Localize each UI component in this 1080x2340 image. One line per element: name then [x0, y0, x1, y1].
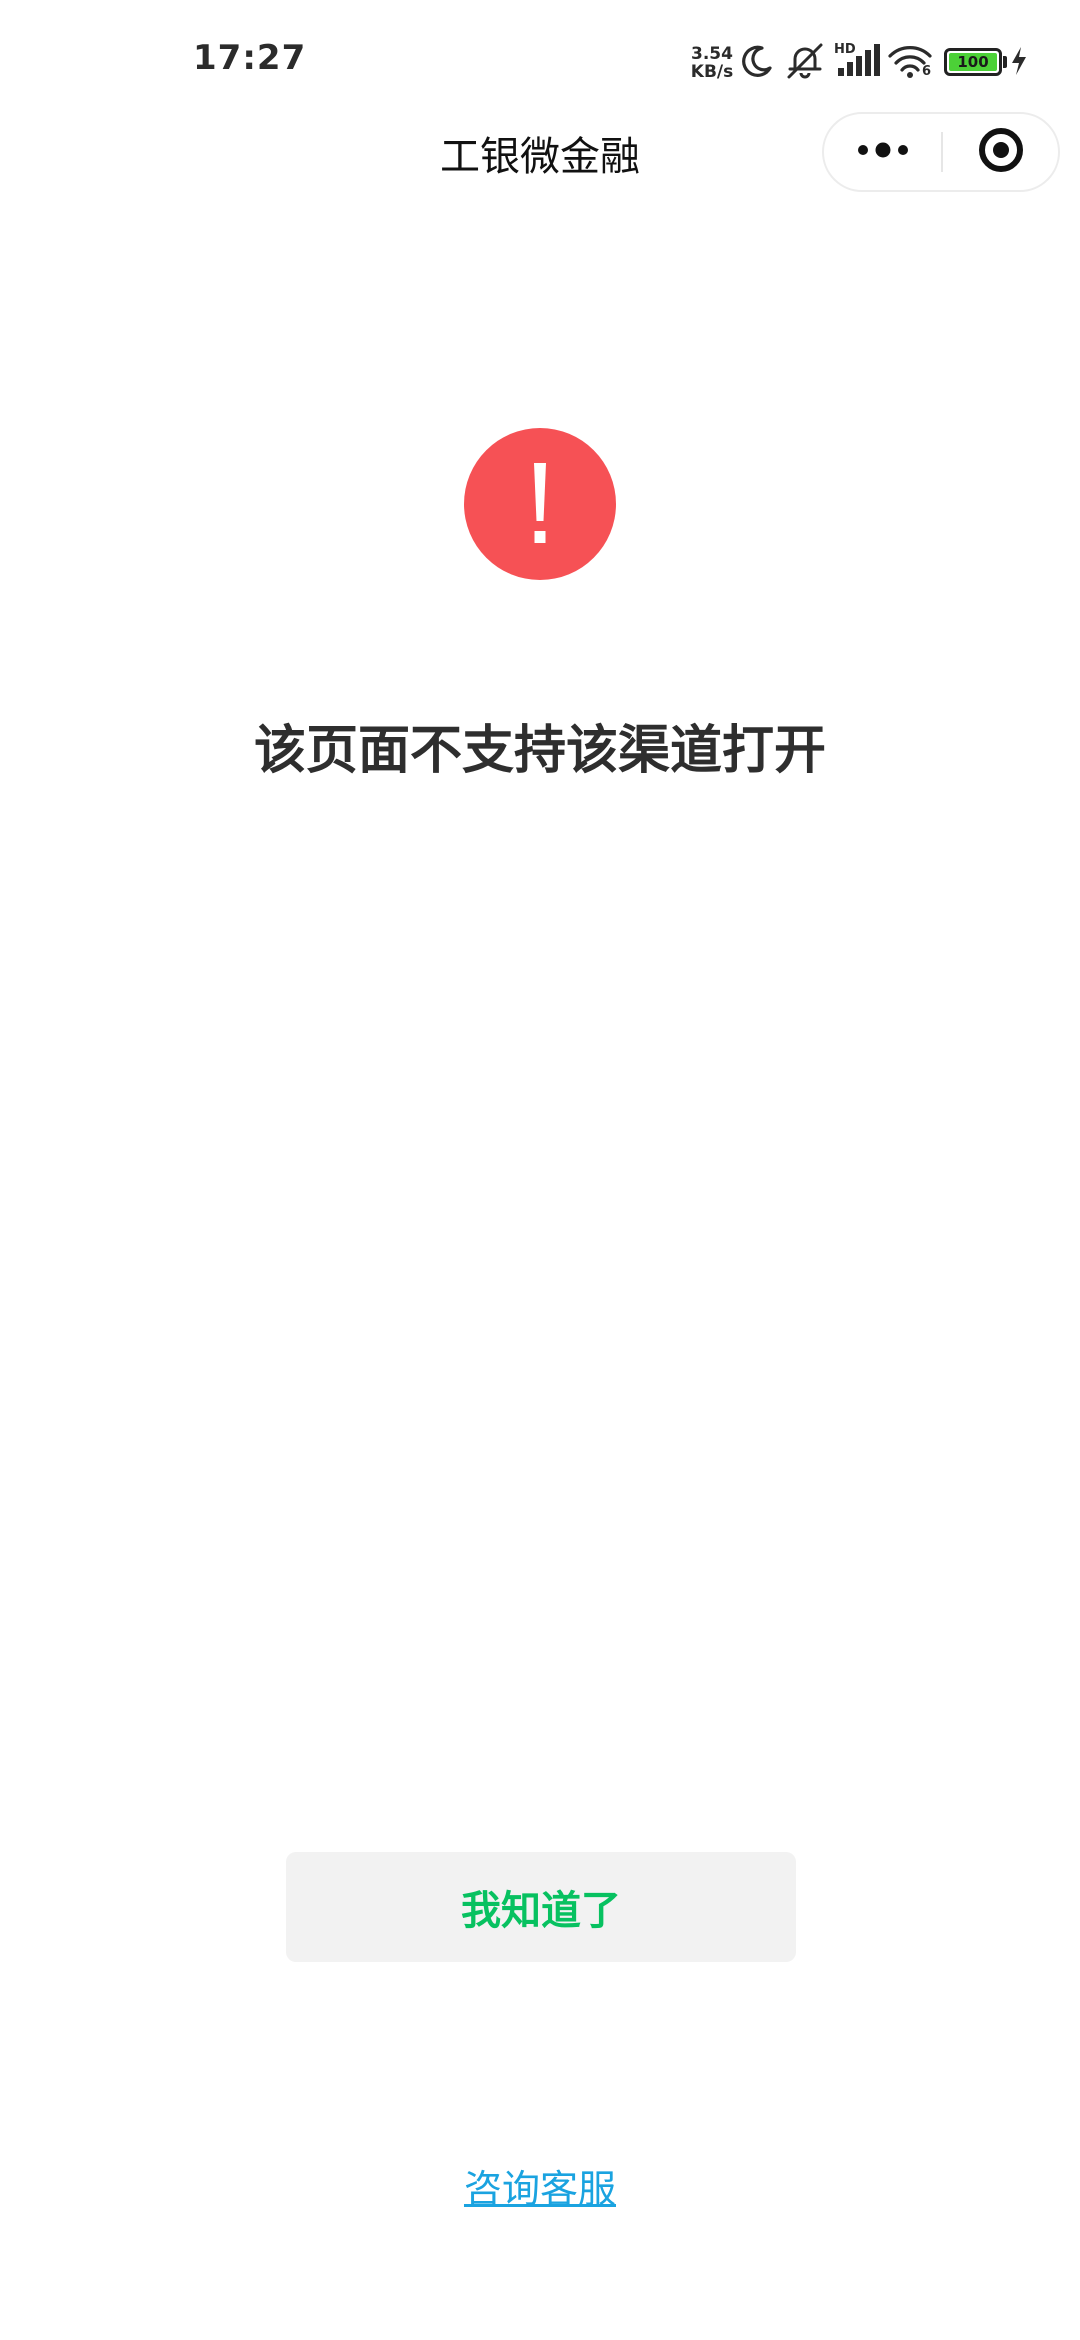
battery-icon: 100	[944, 48, 1002, 76]
status-bar: 17:27 3.54 KB/s HD 6 100	[0, 0, 1080, 120]
acknowledge-button[interactable]: 我知道了	[286, 1852, 796, 1962]
network-speed: 3.54 KB/s	[690, 45, 734, 81]
status-time: 17:27	[193, 38, 307, 78]
close-target-icon	[977, 126, 1025, 178]
mini-program-capsule	[822, 112, 1060, 192]
exclamation-icon	[464, 428, 616, 580]
more-icon	[855, 140, 911, 164]
moon-icon	[740, 44, 774, 82]
mute-bell-icon	[784, 42, 826, 84]
network-speed-value: 3.54	[691, 44, 733, 64]
customer-service-link[interactable]: 咨询客服	[0, 2158, 1080, 2213]
charging-icon	[1010, 46, 1028, 80]
signal-icon	[836, 44, 882, 80]
wifi-band-label: 6	[922, 64, 932, 79]
battery-level: 100	[949, 53, 997, 71]
more-button[interactable]	[824, 114, 942, 190]
close-button[interactable]	[943, 114, 1058, 190]
error-message: 该页面不支持该渠道打开	[253, 721, 826, 781]
network-speed-unit: KB/s	[690, 62, 734, 82]
battery-tip	[1003, 56, 1007, 68]
